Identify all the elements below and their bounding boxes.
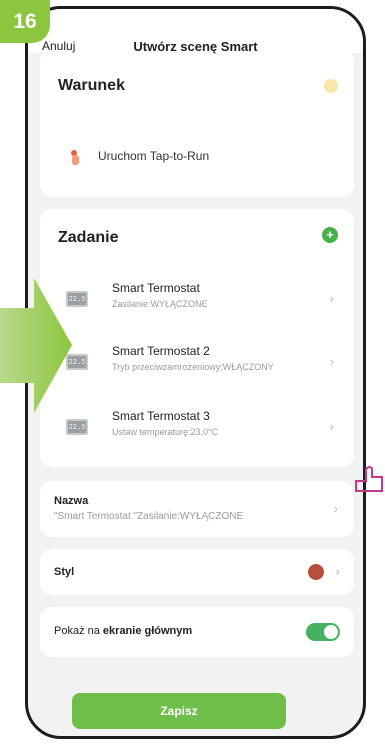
task-name: Smart Termostat 3	[112, 409, 210, 423]
page-title: Utwórz scenę Smart	[133, 39, 258, 54]
tap-hand-icon	[355, 466, 383, 492]
tasks-title: Zadanie	[58, 229, 119, 246]
task-name: Smart Termostat	[112, 281, 200, 295]
step-badge: 16	[0, 0, 50, 43]
tap-to-run-label[interactable]: Uruchom Tap-to-Run	[98, 149, 209, 163]
pointer-arrow-icon	[0, 278, 72, 413]
chevron-right-icon: ›	[329, 419, 334, 434]
thermostat-icon: 22.5	[66, 419, 88, 435]
style-row[interactable]: Styl ›	[40, 549, 354, 595]
chevron-right-icon: ›	[329, 354, 334, 369]
toggle-knob	[324, 625, 338, 639]
conditions-title: Warunek	[58, 77, 125, 94]
conditions-card: Warunek Uruchom Tap-to-Run	[40, 49, 354, 197]
name-value: "Smart Termostat "Zasilanie:WYŁĄCZONE	[54, 511, 244, 522]
header: Anuluj Utwórz scenę Smart	[28, 9, 363, 54]
show-home-toggle[interactable]	[306, 623, 340, 641]
hand-tap-icon	[71, 150, 79, 165]
show-home-row: Pokaż na ekranie głównym	[40, 607, 354, 657]
task-name: Smart Termostat 2	[112, 344, 210, 358]
task-detail: Ustaw temperaturę:23,0°C	[112, 427, 219, 437]
name-row[interactable]: Nazwa "Smart Termostat "Zasilanie:WYŁĄCZ…	[40, 481, 354, 537]
style-label: Styl	[54, 566, 75, 578]
show-home-label: Pokaż na ekranie głównym	[54, 625, 193, 637]
add-condition-icon[interactable]	[324, 79, 338, 93]
plus-icon[interactable]: +	[322, 227, 338, 243]
tasks-card: Zadanie + 22.5 Smart Termostat Zasilanie…	[40, 209, 354, 467]
task-detail: Tryb przeciwzamrożeniowy:WŁĄCZONY	[112, 362, 274, 372]
save-button[interactable]: Zapisz	[72, 693, 286, 729]
chevron-right-icon: ›	[335, 564, 340, 579]
style-color-icon[interactable]	[308, 564, 324, 580]
phone-frame: Anuluj Utwórz scenę Smart Warunek Urucho…	[25, 6, 366, 739]
chevron-right-icon: ›	[333, 501, 338, 516]
chevron-right-icon: ›	[329, 291, 334, 306]
task-detail: Zasilanie:WYŁĄCZONE	[112, 299, 208, 309]
name-label: Nazwa	[54, 495, 89, 507]
